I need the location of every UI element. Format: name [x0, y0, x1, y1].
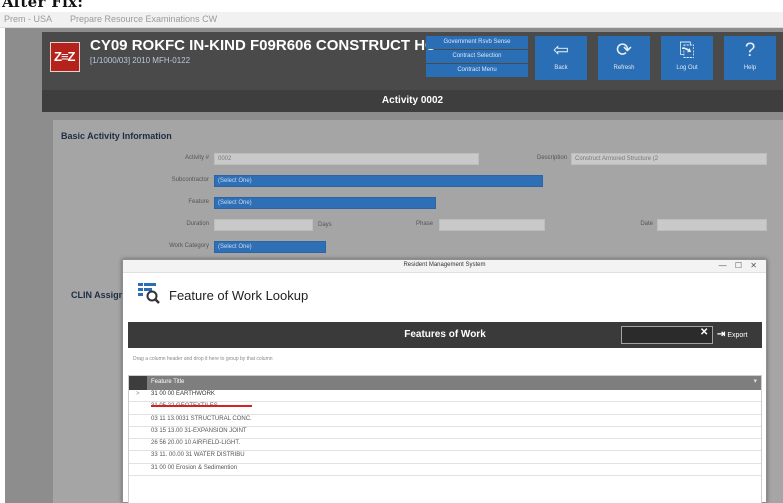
refresh-label: Refresh	[613, 65, 635, 71]
os-tab-prem[interactable]: Prem - USA	[4, 14, 52, 24]
grid-header-corner	[129, 376, 147, 390]
table-row[interactable]: 31 00 00 Erosion & Sedimention	[129, 464, 761, 477]
app-header: Z≡Z CY09 ROKFC IN-KIND F09R606 CONSTRUCT…	[42, 32, 783, 90]
phase-label: Phase	[415, 221, 433, 227]
description-field[interactable]: Construct Armored Structure (2	[571, 153, 767, 165]
logout-label: Log Out	[676, 65, 698, 71]
column-header-feature-title[interactable]: Feature Title	[151, 379, 184, 385]
feature-title-cell[interactable]: 03 15 13.00 31-EXPANSION JOINT	[151, 428, 247, 434]
nav-government[interactable]: Government Rsvb Sense	[426, 36, 528, 49]
lookup-title: Feature of Work Lookup	[169, 288, 309, 303]
refresh-button[interactable]: ⟳ Refresh	[598, 36, 650, 80]
features-of-work-bar: Features of Work ✕ ⇥ Export	[128, 322, 762, 348]
refresh-icon: ⟳	[616, 40, 632, 61]
group-by-hint: Drag a column header and drop it here to…	[133, 356, 273, 362]
feature-title-cell[interactable]: 03 11 13.0031 STRUCTURAL CONC.	[151, 416, 252, 422]
caption-text: After Fix:	[2, 0, 84, 11]
table-row[interactable]: > 31 00 00 EARTHWORK	[129, 390, 761, 403]
os-tab-bar: Prem - USA Prepare Resource Examinations…	[0, 12, 783, 28]
work-category-label: Work Category	[169, 243, 209, 249]
activity-number-field[interactable]: 0002	[214, 153, 479, 165]
castle-icon: Z≡Z	[54, 49, 75, 64]
description-label: Description	[536, 155, 567, 161]
feature-select[interactable]: (Select One)	[214, 197, 436, 209]
help-icon: ?	[744, 40, 756, 61]
table-row[interactable]: 03 11 13.0031 STRUCTURAL CONC.	[129, 415, 761, 427]
current-row-indicator: >	[136, 391, 140, 397]
back-label: Back	[554, 65, 568, 71]
date-label: Date	[640, 221, 653, 227]
duration-field[interactable]	[214, 219, 313, 231]
subcontractor-label: Subcontractor	[171, 177, 209, 183]
os-tab-prepare[interactable]: Prepare Resource Examinations CW	[70, 14, 217, 24]
help-button[interactable]: ? Help	[724, 36, 776, 80]
highlight-underline	[151, 405, 252, 407]
feature-title-cell[interactable]: 33 11. 00.00 31 WATER DISTRIBU	[151, 452, 245, 458]
logout-button[interactable]: ⎘ Log Out	[661, 36, 713, 80]
nav-link-stack: Government Rsvb Sense Contract Selection…	[426, 36, 528, 78]
grid-header: Feature Title ▾	[129, 376, 761, 390]
back-icon: ⇦	[553, 40, 569, 61]
date-field[interactable]	[657, 219, 767, 231]
grid-rows: > 31 00 00 EARTHWORK 31 05 22 GEOTEXTILE…	[129, 390, 761, 477]
subcontractor-select[interactable]: (Select One)	[214, 175, 543, 187]
window-controls[interactable]: — ☐ ✕	[719, 261, 760, 270]
feature-title-cell[interactable]: 26 56 20.00 10 AIRFIELD-LIGHT.	[151, 440, 240, 446]
table-row[interactable]: 26 56 20.00 10 AIRFIELD-LIGHT.	[129, 439, 761, 452]
feature-lookup-dialog: Resident Management System — ☐ ✕ Feature…	[122, 259, 767, 503]
feature-label: Feature	[188, 199, 209, 205]
feature-title-cell[interactable]: 31 00 00 EARTHWORK	[151, 391, 215, 397]
list-search-icon	[138, 283, 160, 304]
export-label: Export	[727, 332, 748, 339]
table-row[interactable]: 03 15 13.00 31-EXPANSION JOINT	[129, 427, 761, 440]
export-button[interactable]: ⇥ Export	[717, 329, 748, 340]
logout-icon: ⎘	[679, 40, 695, 61]
contract-subtitle: [1/1000/03] 2010 MFH-0122	[90, 56, 191, 65]
dialog-titlebar: Resident Management System — ☐ ✕	[123, 260, 766, 273]
table-row[interactable]: 33 11. 00.00 31 WATER DISTRIBU	[129, 451, 761, 464]
dialog-system-title: Resident Management System	[403, 262, 486, 268]
filter-icon[interactable]: ▾	[753, 377, 757, 385]
nav-contract-menu[interactable]: Contract Menu	[426, 64, 528, 77]
help-label: Help	[743, 65, 757, 71]
work-category-select[interactable]: (Select One)	[214, 241, 326, 253]
nav-contract-selection[interactable]: Contract Selection	[426, 50, 528, 63]
feature-title-cell[interactable]: 31 00 00 Erosion & Sedimention	[151, 465, 237, 471]
page-caption: After Fix:	[0, 0, 783, 12]
export-icon: ⇥	[717, 329, 726, 340]
features-grid: Feature Title ▾ > 31 00 00 EARTHWORK 31 …	[128, 375, 762, 503]
back-button[interactable]: ⇦ Back	[535, 36, 587, 80]
duration-label: Duration	[186, 221, 209, 227]
basic-info-heading: Basic Activity Information	[61, 131, 172, 141]
activity-number-label: Activity #	[184, 155, 209, 161]
phase-field[interactable]	[439, 219, 545, 231]
lookup-heading: Feature of Work Lookup	[135, 279, 435, 309]
duration-unit: Days	[318, 222, 332, 228]
activity-title: Activity 0002	[42, 90, 783, 112]
usace-logo: Z≡Z	[50, 42, 80, 72]
contract-title: CY09 ROKFC IN-KIND F09R606 CONSTRUCT HC	[90, 37, 436, 54]
